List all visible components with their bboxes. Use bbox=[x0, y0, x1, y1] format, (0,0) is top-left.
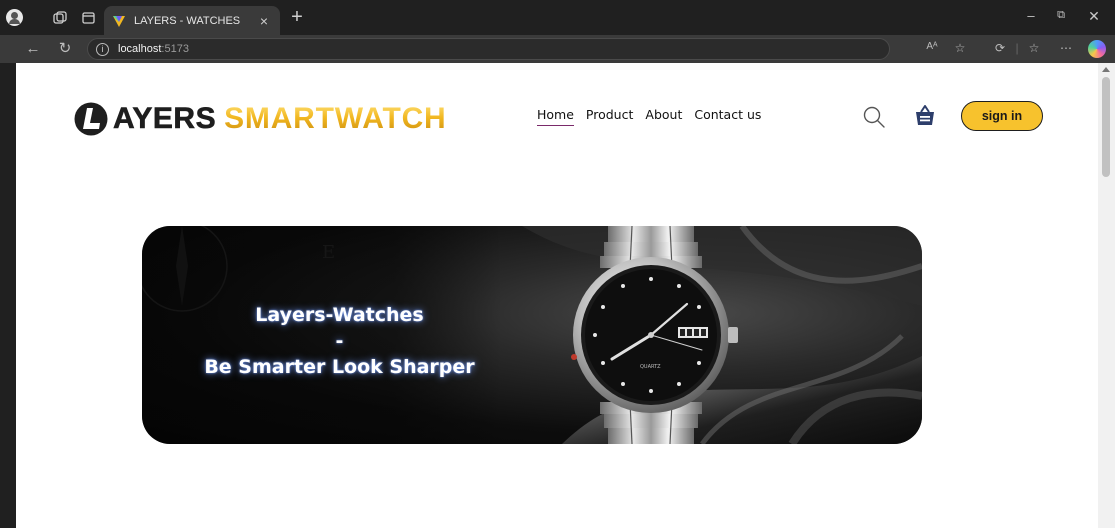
restore-icon[interactable]: ⧉ bbox=[1050, 9, 1072, 22]
window-close-icon[interactable]: ✕ bbox=[1083, 8, 1105, 25]
more-options-icon[interactable]: ⋯ bbox=[1057, 41, 1075, 55]
sign-in-button[interactable]: sign in bbox=[961, 101, 1043, 131]
hero-tagline: Layers-Watches - Be Smarter Look Sharper bbox=[182, 302, 497, 380]
cart-basket-icon[interactable] bbox=[915, 104, 935, 126]
back-icon[interactable]: ← bbox=[24, 40, 42, 58]
browser-tab[interactable]: LAYERS - WATCHES × bbox=[104, 6, 280, 35]
tab-close-icon[interactable]: × bbox=[256, 13, 272, 29]
toolbar-divider: | bbox=[1015, 41, 1019, 55]
tab-favicon-icon bbox=[113, 15, 125, 27]
hero-dash: - bbox=[335, 330, 344, 352]
main-nav: Home Product About Contact us bbox=[537, 107, 773, 126]
nav-link-contact[interactable]: Contact us bbox=[694, 107, 761, 126]
nav-link-product[interactable]: Product bbox=[586, 107, 633, 126]
url-host: localhost bbox=[118, 43, 162, 55]
hero-banner: E bbox=[142, 226, 922, 444]
workspaces-icon[interactable] bbox=[51, 9, 68, 26]
scroll-up-arrow-icon[interactable] bbox=[1102, 67, 1110, 72]
page-viewport: AYERS SMARTWATCH Home Product About Cont… bbox=[16, 63, 1098, 528]
refresh-icon[interactable]: ↻ bbox=[56, 40, 74, 58]
profile-icon[interactable] bbox=[6, 9, 23, 26]
url-port: :5173 bbox=[161, 43, 189, 55]
logo-mark-icon bbox=[74, 102, 108, 136]
nav-link-home[interactable]: Home bbox=[537, 107, 574, 126]
brand-logo[interactable]: AYERS SMARTWATCH bbox=[73, 101, 447, 137]
tab-title: LAYERS - WATCHES bbox=[134, 14, 241, 27]
new-tab-button[interactable]: + bbox=[287, 7, 307, 27]
url-field[interactable]: i localhost :5173 bbox=[87, 38, 890, 60]
minimize-icon[interactable]: – bbox=[1020, 8, 1042, 23]
watch-dial-label: QUARTZ bbox=[640, 364, 661, 370]
scroll-thumb[interactable] bbox=[1102, 77, 1110, 177]
logo-text-smartwatch: SMARTWATCH bbox=[224, 102, 447, 135]
hero-title: Layers-Watches bbox=[255, 304, 424, 326]
read-aloud-icon[interactable]: Aᴬ bbox=[923, 41, 941, 52]
search-icon[interactable] bbox=[863, 106, 885, 128]
favorites-list-icon[interactable]: ☆ bbox=[1025, 41, 1043, 55]
page-scrollbar[interactable] bbox=[1098, 63, 1115, 528]
browser-address-bar: ← ↻ i localhost :5173 Aᴬ ☆ ⟳ | ☆ ⋯ bbox=[0, 35, 1115, 63]
copilot-icon[interactable] bbox=[1088, 40, 1106, 58]
tab-actions-icon[interactable] bbox=[80, 9, 97, 26]
nav-link-about[interactable]: About bbox=[645, 107, 682, 126]
site-info-icon[interactable]: i bbox=[96, 42, 109, 56]
hero-slogan: Be Smarter Look Sharper bbox=[204, 356, 475, 378]
browser-tab-bar: LAYERS - WATCHES × + – ⧉ ✕ bbox=[0, 0, 1115, 35]
favorite-star-icon[interactable]: ☆ bbox=[951, 41, 969, 55]
extensions-icon[interactable]: ⟳ bbox=[991, 41, 1009, 55]
logo-text-layers: AYERS bbox=[113, 102, 217, 136]
